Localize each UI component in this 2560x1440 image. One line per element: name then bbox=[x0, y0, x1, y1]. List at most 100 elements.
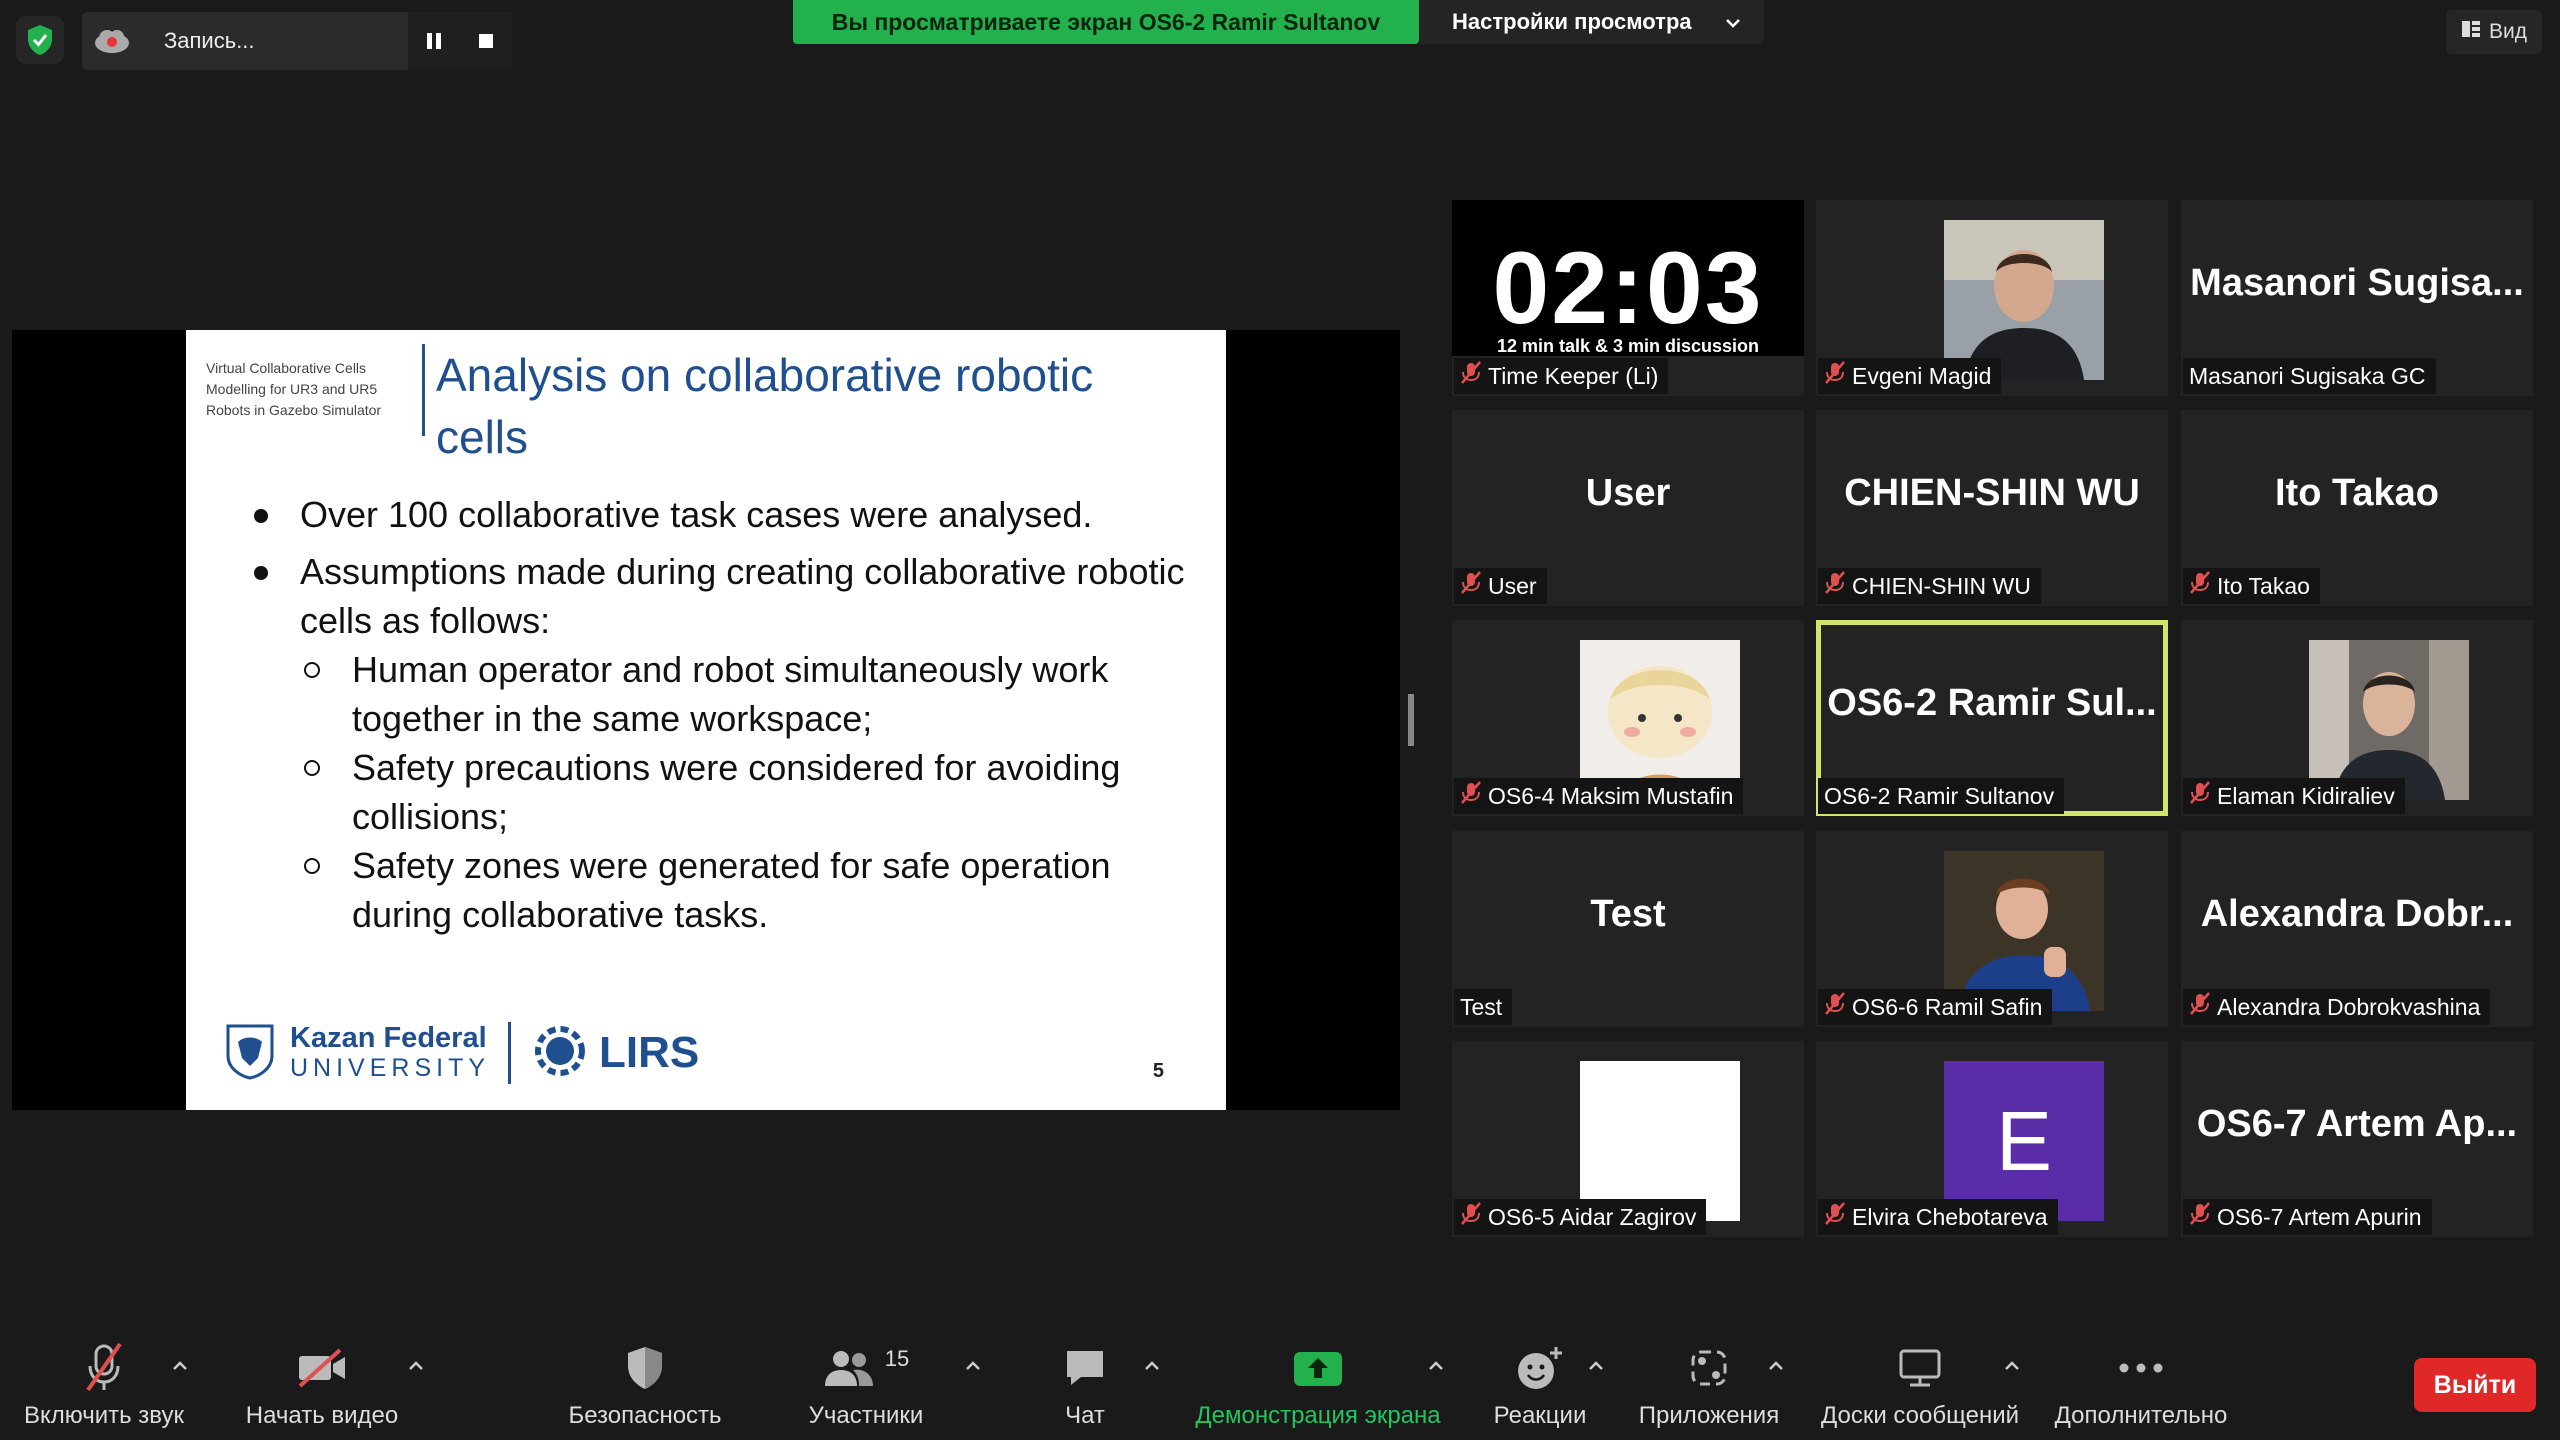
leave-meeting-button[interactable]: Выйти bbox=[2414, 1358, 2536, 1412]
participant-tile[interactable]: CHIEN-SHIN WU CHIEN-SHIN WU bbox=[1816, 410, 2168, 606]
participant-tile[interactable]: OS6-4 Maksim Mustafin bbox=[1452, 620, 1804, 816]
participant-tile[interactable]: Masanori Sugisa... Masanori Sugisaka GC bbox=[2181, 200, 2533, 396]
reactions-options-chevron-up-icon[interactable] bbox=[1586, 1358, 1606, 1374]
participant-tile[interactable]: 02:03 12 min talk & 3 min discussion Time … bbox=[1452, 200, 1804, 396]
participant-tile[interactable]: User User bbox=[1452, 410, 1804, 606]
shared-screen[interactable]: Virtual Collaborative Cells Modelling fo… bbox=[12, 330, 1400, 1110]
share-screen-arrow-icon bbox=[1292, 1340, 1344, 1396]
stop-recording-button[interactable] bbox=[460, 12, 512, 70]
participant-name-label: Evgeni Magid bbox=[1818, 358, 2002, 394]
participant-video bbox=[1580, 1061, 1740, 1221]
participant-display-name: Alexandra Dobr... bbox=[2200, 893, 2514, 935]
chat-bubble-icon bbox=[1063, 1340, 1107, 1396]
participant-name: Evgeni Magid bbox=[1852, 362, 1992, 389]
security-button[interactable]: Безопасность bbox=[560, 1318, 730, 1440]
whiteboard-icon bbox=[1898, 1340, 1942, 1396]
participant-name-label: Elaman Kidiraliev bbox=[2183, 778, 2405, 814]
participant-name-label: CHIEN-SHIN WU bbox=[1818, 568, 2041, 604]
participant-tile[interactable]: Elaman Kidiraliev bbox=[2181, 620, 2533, 816]
participant-name: OS6-7 Artem Apurin bbox=[2217, 1203, 2422, 1230]
participant-name-label: Alexandra Dobrokvashina bbox=[2183, 989, 2491, 1025]
security-label: Безопасность bbox=[568, 1402, 722, 1429]
security-shield-icon[interactable] bbox=[16, 16, 64, 64]
participant-display-name: OS6-2 Ramir Sul... bbox=[1827, 682, 2157, 724]
participant-display-name: Masanori Sugisa... bbox=[2190, 262, 2524, 304]
presentation-slide: Virtual Collaborative Cells Modelling fo… bbox=[186, 330, 1226, 1110]
audio-options-chevron-up-icon[interactable] bbox=[170, 1358, 190, 1374]
more-button[interactable]: Дополнительно bbox=[2046, 1318, 2236, 1440]
participant-tile[interactable]: Ito Takao Ito Takao bbox=[2181, 410, 2533, 606]
view-button-label: Вид bbox=[2489, 20, 2527, 43]
kfu-logo-icon bbox=[224, 1022, 276, 1085]
chat-options-chevron-up-icon[interactable] bbox=[1142, 1358, 1162, 1374]
apps-icon bbox=[1689, 1340, 1729, 1396]
whiteboards-options-chevron-up-icon[interactable] bbox=[2002, 1358, 2022, 1374]
participant-tile[interactable]: OS6-2 Ramir Sul... OS6-2 Ramir Sultanov bbox=[1816, 620, 2168, 816]
participants-options-chevron-up-icon[interactable] bbox=[963, 1358, 983, 1374]
kfu-name-line2: UNIVERSITY bbox=[290, 1054, 491, 1082]
participant-name-label: OS6-7 Artem Apurin bbox=[2183, 1199, 2432, 1235]
participant-name: OS6-6 Ramil Safin bbox=[1852, 993, 2043, 1020]
pause-recording-button[interactable] bbox=[408, 12, 460, 70]
microphone-muted-icon bbox=[2189, 571, 2211, 601]
view-button[interactable]: Вид bbox=[2446, 10, 2542, 54]
more-label: Дополнительно bbox=[2054, 1402, 2228, 1429]
participant-display-name: OS6-7 Artem Ap... bbox=[2196, 1103, 2518, 1145]
share-options-chevron-up-icon[interactable] bbox=[1426, 1358, 1446, 1374]
apps-button[interactable]: Приложения bbox=[1634, 1318, 1784, 1440]
participant-tile[interactable]: OS6-7 Artem Ap... OS6-7 Artem Apurin bbox=[2181, 1041, 2533, 1237]
panel-resize-handle[interactable] bbox=[1408, 694, 1414, 746]
more-dots-icon bbox=[2118, 1340, 2164, 1396]
participant-name: Elaman Kidiraliev bbox=[2217, 782, 2395, 809]
apps-label: Приложения bbox=[1638, 1402, 1780, 1429]
participant-display-name: CHIEN-SHIN WU bbox=[1844, 472, 2140, 514]
meeting-toolbar: Включить звук Начать видео Безопасность … bbox=[0, 1318, 2560, 1440]
participant-tile[interactable]: OS6-5 Aidar Zagirov bbox=[1452, 1041, 1804, 1237]
participant-name: Test bbox=[1460, 993, 1503, 1020]
slide-small-title: Virtual Collaborative Cells Modelling fo… bbox=[206, 360, 382, 418]
reactions-button[interactable]: Реакции bbox=[1480, 1318, 1600, 1440]
logo-separator bbox=[508, 1022, 512, 1084]
participant-name: CHIEN-SHIN WU bbox=[1852, 572, 2031, 599]
whiteboards-button[interactable]: Доски сообщений bbox=[1810, 1318, 2030, 1440]
microphone-muted-icon bbox=[2189, 992, 2211, 1022]
participant-name: Alexandra Dobrokvashina bbox=[2217, 993, 2481, 1020]
chat-label: Чат bbox=[1065, 1402, 1105, 1429]
start-video-button[interactable]: Начать видео bbox=[236, 1318, 408, 1440]
chevron-down-icon bbox=[1724, 12, 1742, 38]
participant-name-label: User bbox=[1454, 568, 1547, 604]
chat-button[interactable]: Чат bbox=[1040, 1318, 1130, 1440]
view-settings-dropdown[interactable]: Настройки просмотра bbox=[1420, 0, 1764, 44]
participant-display-name: Ito Takao bbox=[2275, 472, 2439, 514]
participant-tile[interactable]: Evgeni Magid bbox=[1816, 200, 2168, 396]
participant-video bbox=[1944, 220, 2104, 380]
screen-share-banner: Вы просматриваете экран OS6-2 Ramir Sult… bbox=[793, 0, 1419, 44]
view-settings-label: Настройки просмотра bbox=[1452, 9, 1692, 34]
recording-bar: Запись... bbox=[82, 12, 512, 70]
participant-name-label: Masanori Sugisaka GC bbox=[2183, 358, 2436, 394]
participant-tile[interactable]: Test Test bbox=[1452, 831, 1804, 1027]
apps-options-chevron-up-icon[interactable] bbox=[1766, 1358, 1786, 1374]
participant-tile[interactable]: OS6-6 Ramil Safin bbox=[1816, 831, 2168, 1027]
share-screen-button[interactable]: Демонстрация экрана bbox=[1186, 1318, 1450, 1440]
participant-name: OS6-5 Aidar Zagirov bbox=[1488, 1203, 1697, 1230]
participant-name-label: OS6-6 Ramil Safin bbox=[1818, 989, 2053, 1025]
video-options-chevron-up-icon[interactable] bbox=[406, 1358, 426, 1374]
countdown-timer: 02:03 12 min talk & 3 min discussion bbox=[1452, 200, 1804, 356]
kfu-name-line1: Kazan Federal bbox=[290, 1022, 487, 1054]
participants-button[interactable]: 15 Участники bbox=[796, 1318, 936, 1440]
reactions-label: Реакции bbox=[1493, 1402, 1587, 1429]
unmute-button[interactable]: Включить звук bbox=[18, 1318, 190, 1440]
participant-tile[interactable]: E Elvira Chebotareva bbox=[1816, 1041, 2168, 1237]
microphone-muted-icon bbox=[1824, 571, 1846, 601]
participant-name: Elvira Chebotareva bbox=[1852, 1203, 2048, 1230]
participant-tile[interactable]: Alexandra Dobr... Alexandra Dobrokvashina bbox=[2181, 831, 2533, 1027]
microphone-muted-icon bbox=[1824, 361, 1846, 391]
participant-name: Ito Takao bbox=[2217, 572, 2310, 599]
avatar: E bbox=[1944, 1061, 2104, 1221]
slide-body: Over 100 collaborative task cases were a… bbox=[254, 490, 1194, 939]
timer-clock: 02:03 bbox=[1492, 231, 1764, 345]
slide-sub-bullet: Safety precautions were considered for a… bbox=[254, 743, 1194, 841]
grid-view-icon bbox=[2461, 19, 2481, 45]
participant-name-label: OS6-4 Maksim Mustafin bbox=[1454, 778, 1744, 814]
